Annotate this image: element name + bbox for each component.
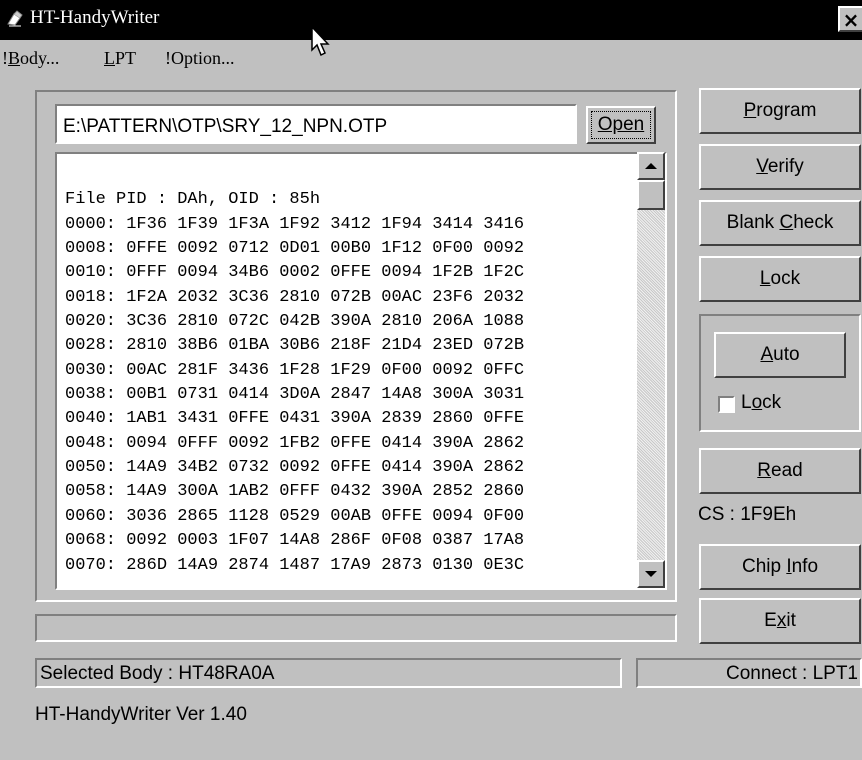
read-button[interactable]: Read	[699, 448, 861, 494]
hex-line: 0040: 1AB1 3431 0FFE 0431 390A 2839 2860…	[65, 409, 525, 429]
hex-line: 0020: 3C36 2810 072C 042B 390A 2810 206A…	[65, 312, 525, 332]
title-bar[interactable]: HT-HandyWriter ×	[0, 0, 862, 40]
file-path-field[interactable]: E:\PATTERN\OTP\SRY_12_NPN.OTP	[55, 104, 577, 144]
open-button[interactable]: Open	[586, 106, 656, 144]
chip-info-button[interactable]: Chip Info	[699, 544, 861, 590]
hex-line: File PID : DAh, OID : 85h	[65, 190, 321, 210]
progress-bar	[35, 614, 677, 642]
scroll-down-button[interactable]	[637, 560, 665, 588]
scroll-up-button[interactable]	[637, 152, 665, 180]
auto-button[interactable]: Auto	[714, 332, 846, 378]
arrow-up-icon	[645, 163, 657, 169]
menu-option[interactable]: !Option...	[165, 48, 235, 69]
hex-line: 0070: 286D 14A9 2874 1487 17A9 2873 0130…	[65, 555, 525, 575]
menu-body[interactable]: !Body...	[2, 48, 59, 69]
close-button[interactable]: ×	[838, 6, 862, 32]
menu-lpt[interactable]: LPT	[104, 48, 136, 69]
verify-button[interactable]: Verify	[699, 144, 861, 190]
auto-group-frame: Auto Lock	[699, 314, 861, 432]
hex-line: 0038: 00B1 0731 0414 3D0A 2847 14A8 300A…	[65, 385, 525, 405]
hex-line: 0030: 00AC 281F 3436 1F28 1F29 0F00 0092…	[65, 360, 525, 380]
hex-line: 0008: 0FFE 0092 0712 0D01 00B0 1F12 0F00…	[65, 239, 525, 259]
exit-button[interactable]: Exit	[699, 598, 861, 644]
version-label: HT-HandyWriter Ver 1.40	[35, 704, 247, 725]
vertical-scrollbar[interactable]	[637, 152, 665, 588]
program-button[interactable]: Program	[699, 88, 861, 134]
hex-line: 0048: 0094 0FFF 0092 1FB2 0FFE 0414 390A…	[65, 433, 525, 453]
status-connection: Connect : LPT1	[636, 658, 862, 688]
blank-check-button[interactable]: Blank Check	[699, 200, 861, 246]
hex-line: 0018: 1F2A 2032 3C36 2810 072B 00AC 23F6…	[65, 287, 525, 307]
scroll-thumb[interactable]	[637, 180, 665, 210]
app-icon	[7, 10, 23, 27]
window-title: HT-HandyWriter	[30, 7, 160, 28]
auto-lock-label[interactable]: Lock	[741, 392, 781, 414]
hex-line: 0068: 0092 0003 1F07 14A8 286F 0F08 0387…	[65, 531, 525, 551]
hex-line: 0050: 14A9 34B2 0732 0092 0FFE 0414 390A…	[65, 458, 525, 478]
checksum-label: CS : 1F9Eh	[698, 504, 797, 525]
hex-line: 0028: 2810 38B6 01BA 30B6 218F 21D4 23ED…	[65, 336, 525, 356]
hex-line: 0060: 3036 2865 1128 0529 00AB 0FFE 0094…	[65, 506, 525, 526]
auto-lock-checkbox[interactable]	[718, 396, 735, 413]
hex-dump-view[interactable]: File PID : DAh, OID : 85h 0000: 1F36 1F3…	[55, 152, 667, 590]
lock-button[interactable]: Lock	[699, 256, 861, 302]
arrow-down-icon	[645, 571, 657, 577]
hex-line: 0010: 0FFF 0094 34B6 0002 0FFE 0094 1F2B…	[65, 263, 525, 283]
status-selected-body: Selected Body : HT48RA0A	[35, 658, 622, 688]
hex-line: 0000: 1F36 1F39 1F3A 1F92 3412 1F94 3414…	[65, 214, 525, 234]
close-icon: ×	[842, 8, 860, 32]
hex-line: 0058: 14A9 300A 1AB2 0FFF 0432 390A 2852…	[65, 482, 525, 502]
menu-bar: !Body... LPT !Option...	[0, 40, 862, 70]
hex-dump-text: File PID : DAh, OID : 85h 0000: 1F36 1F3…	[65, 164, 524, 578]
